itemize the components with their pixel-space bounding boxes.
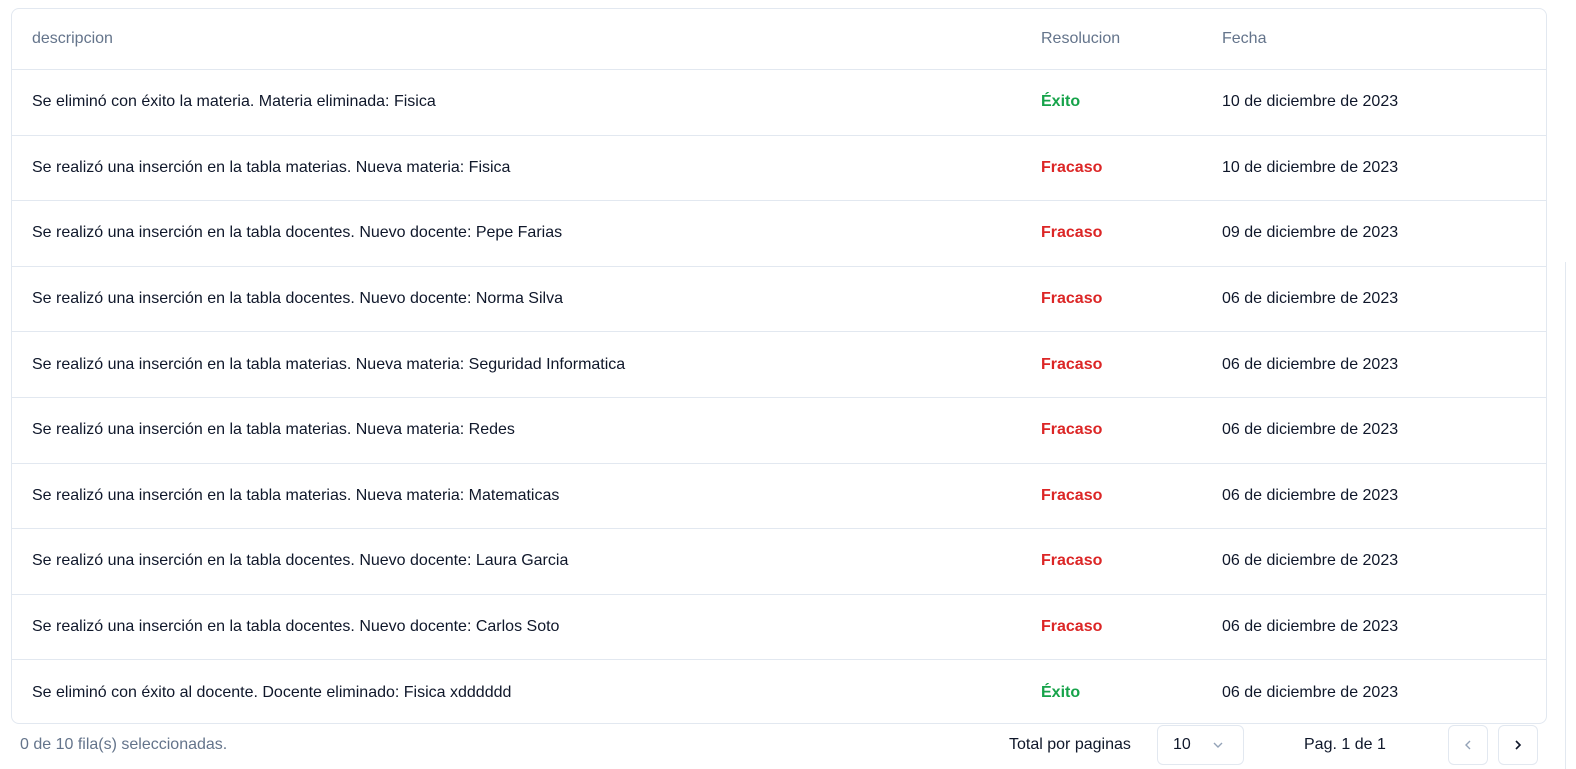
cell-descripcion: Se realizó una inserción en la tabla doc… [32, 224, 563, 242]
chevron-right-icon [1515, 740, 1522, 750]
status-badge: Fracaso [1041, 552, 1103, 570]
chevron-down-icon [1213, 742, 1223, 748]
cell-fecha: 06 de diciembre de 2023 [1222, 552, 1399, 570]
header-fecha: Fecha [1222, 30, 1267, 47]
status-badge: Fracaso [1041, 421, 1103, 439]
cell-descripcion: Se realizó una inserción en la tabla mat… [32, 421, 515, 439]
next-page-button[interactable] [1498, 725, 1538, 765]
cell-descripcion: Se realizó una inserción en la tabla doc… [32, 552, 569, 570]
chevron-left-icon [1465, 740, 1471, 750]
status-badge: Fracaso [1041, 158, 1103, 176]
status-badge: Fracaso [1041, 290, 1103, 308]
table-row[interactable]: Se realizó una inserción en la tabla mat… [12, 331, 1546, 397]
table-row[interactable]: Se realizó una inserción en la tabla mat… [12, 134, 1546, 201]
status-badge: Éxito [1041, 93, 1081, 111]
table-row[interactable]: Se eliminó con éxito al docente. Docente… [12, 659, 1546, 723]
selection-count: 0 de 10 fila(s) seleccionadas. [20, 736, 228, 753]
cell-descripcion: Se realizó una inserción en la tabla doc… [32, 290, 563, 308]
cell-fecha: 06 de diciembre de 2023 [1222, 486, 1399, 504]
cell-fecha: 06 de diciembre de 2023 [1222, 355, 1399, 373]
cell-fecha: 06 de diciembre de 2023 [1222, 618, 1399, 636]
table-row[interactable]: Se realizó una inserción en la tabla doc… [12, 528, 1546, 594]
cell-descripcion: Se eliminó con éxito la materia. Materia… [32, 93, 436, 111]
header-resolucion: Resolucion [1041, 30, 1121, 47]
per-page-value: 10 [1173, 736, 1191, 753]
table-row[interactable]: Se realizó una inserción en la tabla mat… [12, 396, 1546, 463]
header-descripcion: descripcion [32, 30, 113, 47]
status-badge: Fracaso [1041, 618, 1103, 636]
table-row[interactable]: Se eliminó con éxito la materia. Materia… [12, 69, 1546, 135]
audit-table: descripcion Resolucion Fecha Se eliminó … [11, 8, 1547, 724]
table-row[interactable]: Se realizó una inserción en la tabla doc… [12, 265, 1546, 332]
scrollbar[interactable] [1565, 262, 1566, 769]
cell-fecha: 10 de diciembre de 2023 [1222, 93, 1399, 111]
table-header: descripcion Resolucion Fecha [12, 9, 1546, 69]
table-row[interactable]: Se realizó una inserción en la tabla mat… [12, 462, 1546, 529]
cell-descripcion: Se realizó una inserción en la tabla mat… [32, 355, 626, 373]
per-page-label: Total por paginas [1009, 736, 1131, 753]
page-info: Pag. 1 de 1 [1304, 736, 1386, 753]
cell-descripcion: Se realizó una inserción en la tabla mat… [32, 486, 560, 504]
status-badge: Éxito [1041, 683, 1081, 701]
cell-descripcion: Se realizó una inserción en la tabla doc… [32, 618, 560, 636]
cell-descripcion: Se realizó una inserción en la tabla mat… [32, 158, 511, 176]
per-page-select[interactable]: 10 [1157, 725, 1244, 765]
status-badge: Fracaso [1041, 486, 1103, 504]
table-footer: 0 de 10 fila(s) seleccionadas. Total por… [0, 725, 1576, 765]
cell-fecha: 06 de diciembre de 2023 [1222, 290, 1399, 308]
status-badge: Fracaso [1041, 224, 1103, 242]
status-badge: Fracaso [1041, 355, 1103, 373]
cell-fecha: 09 de diciembre de 2023 [1222, 224, 1399, 242]
cell-fecha: 10 de diciembre de 2023 [1222, 158, 1399, 176]
prev-page-button[interactable] [1448, 725, 1488, 765]
table-row[interactable]: Se realizó una inserción en la tabla doc… [12, 200, 1546, 266]
cell-fecha: 06 de diciembre de 2023 [1222, 421, 1399, 439]
cell-fecha: 06 de diciembre de 2023 [1222, 683, 1399, 701]
cell-descripcion: Se eliminó con éxito al docente. Docente… [32, 683, 512, 701]
table-row[interactable]: Se realizó una inserción en la tabla doc… [12, 593, 1546, 660]
